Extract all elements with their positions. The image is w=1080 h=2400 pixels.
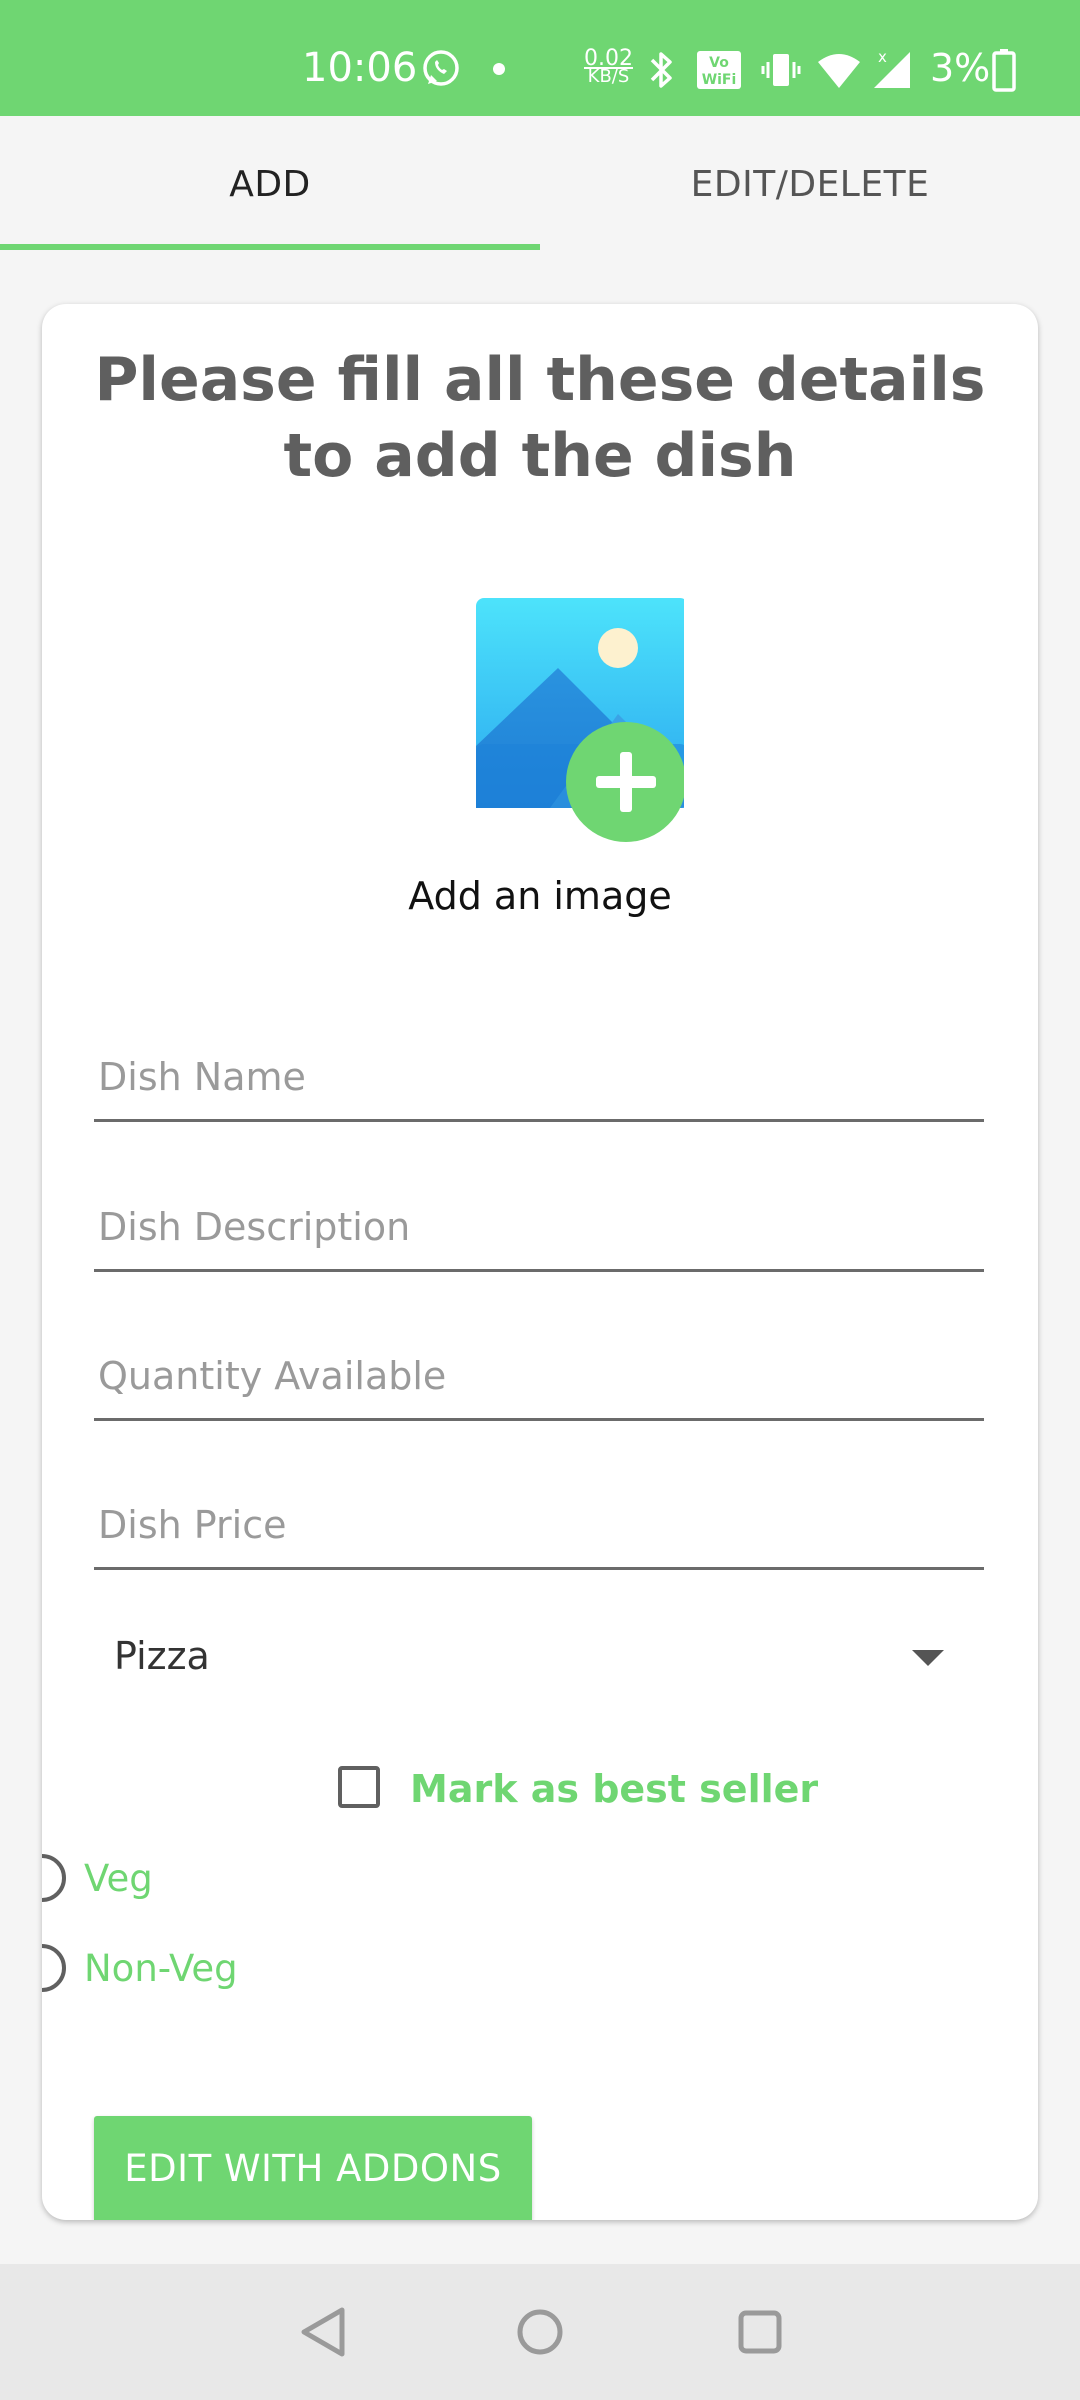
best-seller-label[interactable]: Mark as best seller [410,1764,818,1814]
add-image-label[interactable]: Add an image [42,874,1038,918]
svg-text:WiFi: WiFi [702,72,737,88]
veg-radio[interactable] [42,1854,66,1902]
dish-description-input[interactable] [94,1189,984,1265]
veg-label[interactable]: Veg [84,1854,153,1904]
back-icon[interactable] [262,2264,382,2400]
wifi-icon [818,54,860,88]
add-image-icon[interactable] [434,594,684,854]
dish-name-input[interactable] [94,1039,984,1115]
form-title: Please fill all these details to add the… [94,345,986,491]
battery-percent: 3% [930,46,991,90]
bluetooth-icon [650,52,672,88]
dropdown-arrow-icon [912,1650,944,1666]
dish-price-input[interactable] [94,1487,984,1563]
edit-with-addons-button[interactable]: EDIT WITH ADDONS [94,2116,532,2220]
navigation-bar [0,2264,1080,2400]
status-time: 10:06 [302,45,418,91]
dot-icon [493,63,505,75]
non-veg-label[interactable]: Non-Veg [84,1944,238,1994]
quantity-input[interactable] [94,1338,984,1414]
non-veg-radio[interactable] [42,1944,66,1992]
category-selected: Pizza [114,1634,210,1678]
status-bar: 10:06 0.02 KB/S Vo WiFi x 3% [0,0,1080,116]
add-dish-card: Please fill all these details to add the… [42,304,1038,2220]
whatsapp-icon [423,50,459,86]
recents-icon[interactable] [700,2264,820,2400]
home-icon[interactable] [480,2264,600,2400]
signal-icon: x [874,48,910,88]
dish-price-field[interactable] [94,1487,984,1570]
category-dropdown[interactable]: Pizza [94,1614,984,1704]
tab-indicator [0,244,540,250]
volte-wifi-icon: Vo WiFi [697,51,741,89]
svg-text:x: x [878,48,887,66]
dish-name-field[interactable] [94,1039,984,1122]
vibrate-icon [761,54,801,86]
dish-description-field[interactable] [94,1189,984,1272]
svg-text:Vo: Vo [709,55,729,71]
quantity-field[interactable] [94,1338,984,1421]
network-speed: 0.02 KB/S [584,48,633,87]
battery-icon [992,49,1016,92]
tab-edit-delete[interactable]: EDIT/DELETE [540,116,1080,252]
tab-add[interactable]: ADD [0,116,540,252]
best-seller-checkbox[interactable] [338,1766,380,1808]
tab-bar: ADD EDIT/DELETE [0,116,1080,252]
network-speed-unit: KB/S [587,66,630,87]
